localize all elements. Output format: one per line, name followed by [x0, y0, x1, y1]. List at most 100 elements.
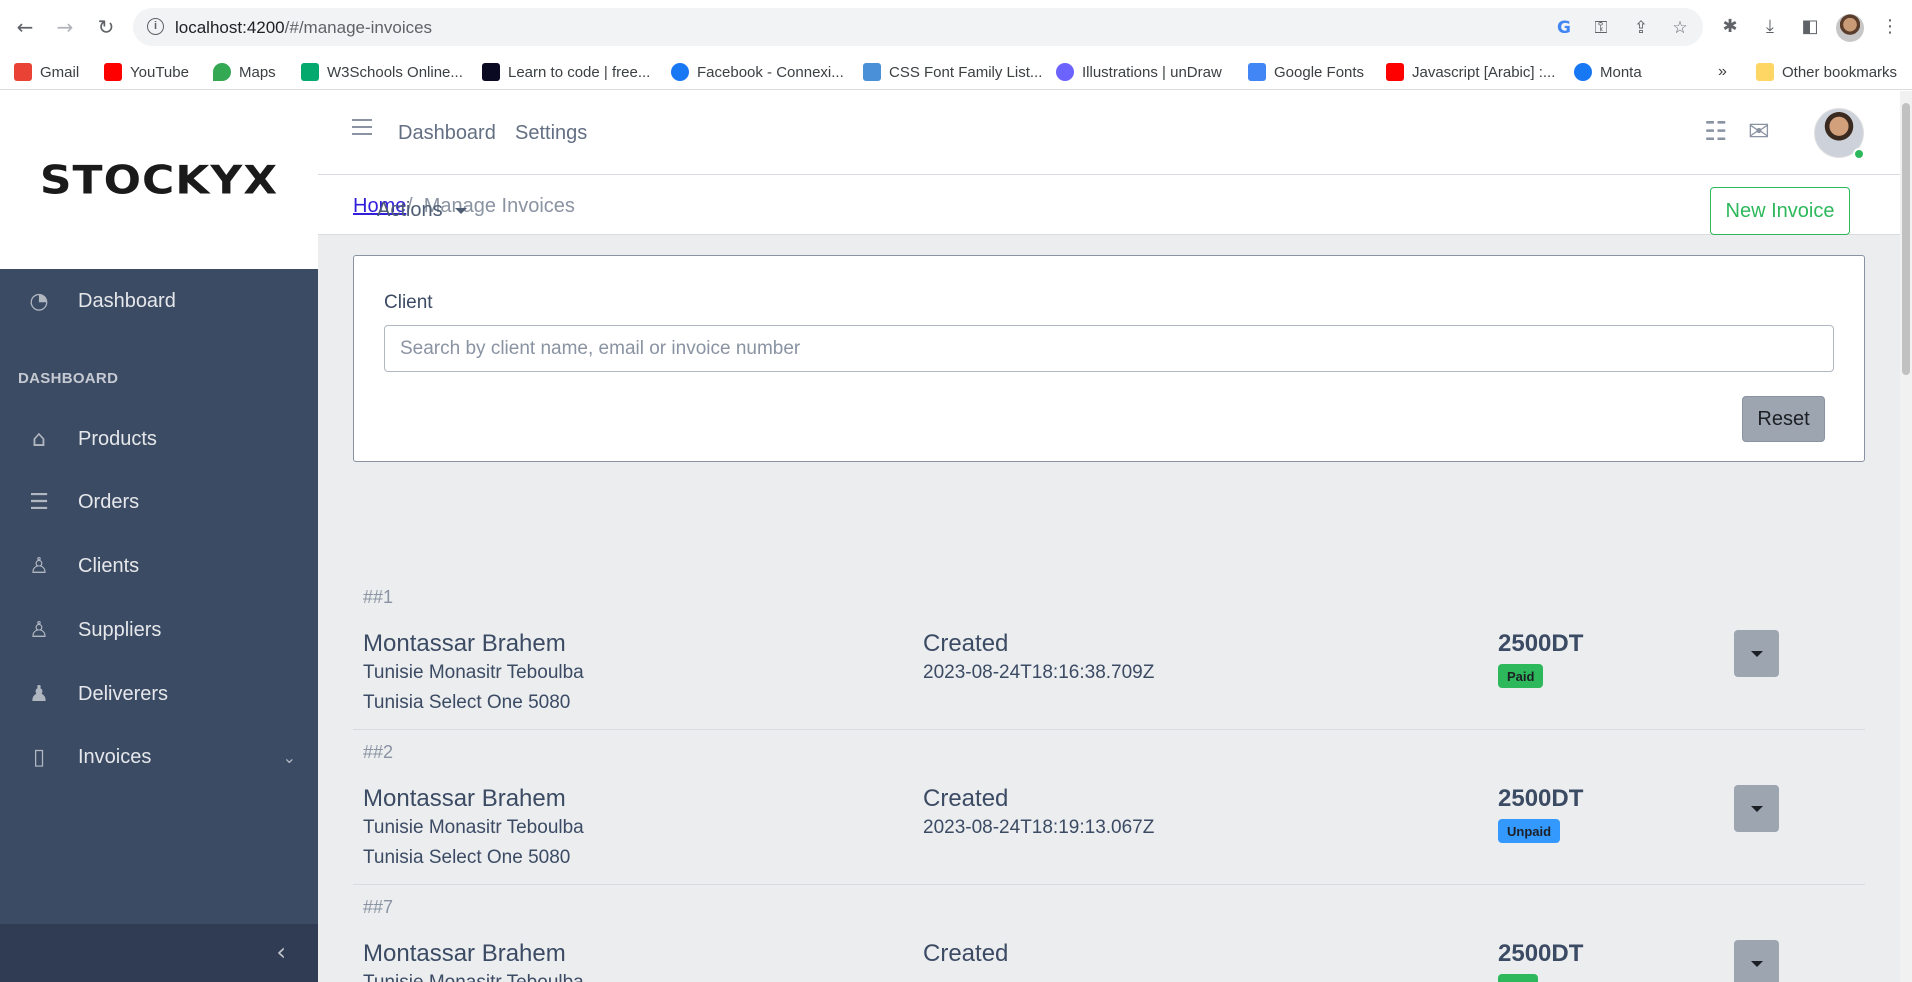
address-bar[interactable]: i localhost:4200/#/manage-invoices G ⚿ ⇪…	[133, 8, 1703, 46]
sidebar-item-deliverers[interactable]: ♟ Deliverers	[0, 666, 318, 722]
caret-down-icon	[454, 207, 467, 214]
reload-icon[interactable]: ↻	[93, 14, 119, 40]
invoice-number: ##7	[363, 897, 394, 917]
bookmark-gmail[interactable]: Gmail	[14, 62, 79, 82]
bookmark-maps[interactable]: Maps	[213, 62, 276, 82]
invoice-dropdown-button[interactable]	[1734, 940, 1779, 982]
youtube-icon	[1386, 63, 1404, 81]
url-text[interactable]: localhost:4200/#/manage-invoices	[175, 18, 432, 38]
document-icon: ▯	[32, 744, 46, 770]
bookmark-facebook[interactable]: Facebook - Connexi...	[671, 62, 844, 82]
sidebar-collapse-icon[interactable]: ‹	[276, 938, 286, 966]
sidebar-item-invoices[interactable]: ▯ Invoices ⌄	[0, 729, 318, 785]
top-header: Dashboard Settings ☷ ✉	[318, 91, 1912, 175]
client-search-input[interactable]	[384, 325, 1834, 372]
bookmark-youtube[interactable]: YouTube	[104, 62, 189, 82]
sidebar-item-label: Orders	[78, 490, 140, 513]
sidebar-item-label: Clients	[78, 554, 140, 577]
key-icon[interactable]: ⚿	[1590, 17, 1612, 39]
google-fonts-icon	[1248, 63, 1266, 81]
invoice-number: ##2	[363, 742, 394, 762]
maps-icon	[213, 63, 231, 81]
back-icon[interactable]: ←	[12, 14, 38, 40]
brand-logo: STOCKYX	[39, 157, 279, 203]
client-filter-label: Client	[384, 292, 433, 313]
gmail-icon	[14, 63, 32, 81]
download-icon[interactable]: ⤓	[1758, 15, 1782, 39]
css-font-icon	[863, 63, 881, 81]
sidebar-item-suppliers[interactable]: ♙ Suppliers	[0, 602, 318, 658]
brand[interactable]: STOCKYX	[0, 91, 318, 269]
caret-down-icon	[1750, 805, 1763, 812]
invoice-address-line1: Tunisie Monasitr Teboulba	[363, 662, 584, 683]
invoice-address-line1: Tunisie Monasitr Teboulba	[363, 817, 584, 838]
invoice-address-line2: Tunisia Select One 5080	[363, 692, 571, 713]
invoice-client-name: Montassar Brahem	[363, 630, 566, 657]
invoice-date: 2023-08-24T18:19:13.067Z	[923, 817, 1155, 838]
sidebar-item-clients[interactable]: ♙ Clients	[0, 538, 318, 594]
invoice-amount: 2500DT	[1498, 940, 1584, 967]
status-badge	[1498, 974, 1538, 982]
actions-dropdown-button[interactable]: Actions	[377, 199, 467, 222]
bookmark-undraw[interactable]: Illustrations | unDraw	[1056, 62, 1222, 82]
share-icon[interactable]: ⇪	[1630, 17, 1652, 39]
browser-profile-avatar[interactable]	[1836, 14, 1864, 42]
invoice-row: ##1 Montassar Brahem Tunisie Monasitr Te…	[353, 575, 1865, 730]
hamburger-menu-icon[interactable]	[352, 119, 372, 137]
invoice-client-name: Montassar Brahem	[363, 940, 566, 967]
invoice-dropdown-button[interactable]	[1734, 785, 1779, 832]
sidebar-item-label: Suppliers	[78, 618, 162, 641]
sidebar-item-label: Dashboard	[78, 289, 176, 312]
reset-button[interactable]: Reset	[1742, 396, 1825, 442]
facebook-icon	[671, 63, 689, 81]
bookmark-w3schools[interactable]: W3Schools Online...	[301, 62, 463, 82]
extensions-icon[interactable]: ✱	[1718, 15, 1742, 39]
invoice-number: ##1	[363, 587, 394, 607]
sidebar-item-products[interactable]: ⌂ Products	[0, 411, 318, 467]
page-scrollbar[interactable]	[1900, 91, 1912, 982]
kebab-menu-icon[interactable]: ⋮	[1878, 15, 1902, 39]
invoice-row: ##7 Montassar Brahem Tunisie Monasitr Te…	[353, 885, 1865, 982]
browser-toolbar: ← → ↻ i localhost:4200/#/manage-invoices…	[0, 0, 1912, 54]
sidebar-item-dashboard[interactable]: ◔ Dashboard	[0, 273, 318, 329]
task-list-icon[interactable]: ☷	[1704, 117, 1727, 147]
bookmarks-bar: Gmail YouTube Maps W3Schools Online... L…	[0, 54, 1912, 90]
basket-icon: ⌂	[32, 426, 46, 452]
forward-icon[interactable]: →	[52, 14, 78, 40]
invoice-client-name: Montassar Brahem	[363, 785, 566, 812]
side-panel-icon[interactable]: ◧	[1798, 15, 1822, 39]
people-icon: ♟	[29, 681, 49, 707]
invoice-dropdown-button[interactable]	[1734, 630, 1779, 677]
bookmark-javascript-arabic[interactable]: Javascript [Arabic] :...	[1386, 62, 1555, 82]
sidebar-item-label: Invoices	[78, 745, 152, 768]
bookmark-freecodecamp[interactable]: Learn to code | free...	[482, 62, 650, 82]
folder-icon	[1756, 63, 1774, 81]
bookmark-monta[interactable]: Monta	[1574, 62, 1642, 82]
online-status-dot	[1853, 148, 1865, 160]
star-icon[interactable]: ☆	[1669, 17, 1691, 39]
list-icon: ☰	[29, 489, 49, 515]
new-invoice-button[interactable]: New Invoice	[1710, 187, 1850, 235]
envelope-open-icon[interactable]: ✉	[1748, 117, 1770, 147]
bookmark-css-font[interactable]: CSS Font Family List...	[863, 62, 1042, 82]
header-link-dashboard[interactable]: Dashboard	[398, 122, 496, 145]
header-link-settings[interactable]: Settings	[515, 122, 587, 145]
chevron-down-icon: ⌄	[282, 747, 296, 767]
undraw-icon	[1056, 63, 1074, 81]
bookmark-google-fonts[interactable]: Google Fonts	[1248, 62, 1364, 82]
invoice-status-title: Created	[923, 940, 1009, 967]
actions-label: Actions	[377, 199, 443, 221]
caret-down-icon	[1750, 960, 1763, 967]
breadcrumb: Home / Manage Invoices	[318, 175, 1912, 235]
invoice-status-title: Created	[923, 785, 1009, 812]
sidebar-section-title: DASHBOARD	[18, 370, 119, 387]
user-icon: ♙	[29, 553, 49, 579]
invoice-amount: 2500DT	[1498, 630, 1584, 657]
sidebar-item-label: Deliverers	[78, 682, 169, 705]
bookmark-other[interactable]: Other bookmarks	[1756, 62, 1897, 82]
google-icon[interactable]: G	[1553, 17, 1575, 39]
scrollbar-thumb[interactable]	[1902, 103, 1910, 375]
more-bookmarks-button[interactable]: »	[1718, 62, 1727, 82]
sidebar-item-orders[interactable]: ☰ Orders	[0, 474, 318, 530]
site-info-icon[interactable]: i	[147, 18, 164, 35]
